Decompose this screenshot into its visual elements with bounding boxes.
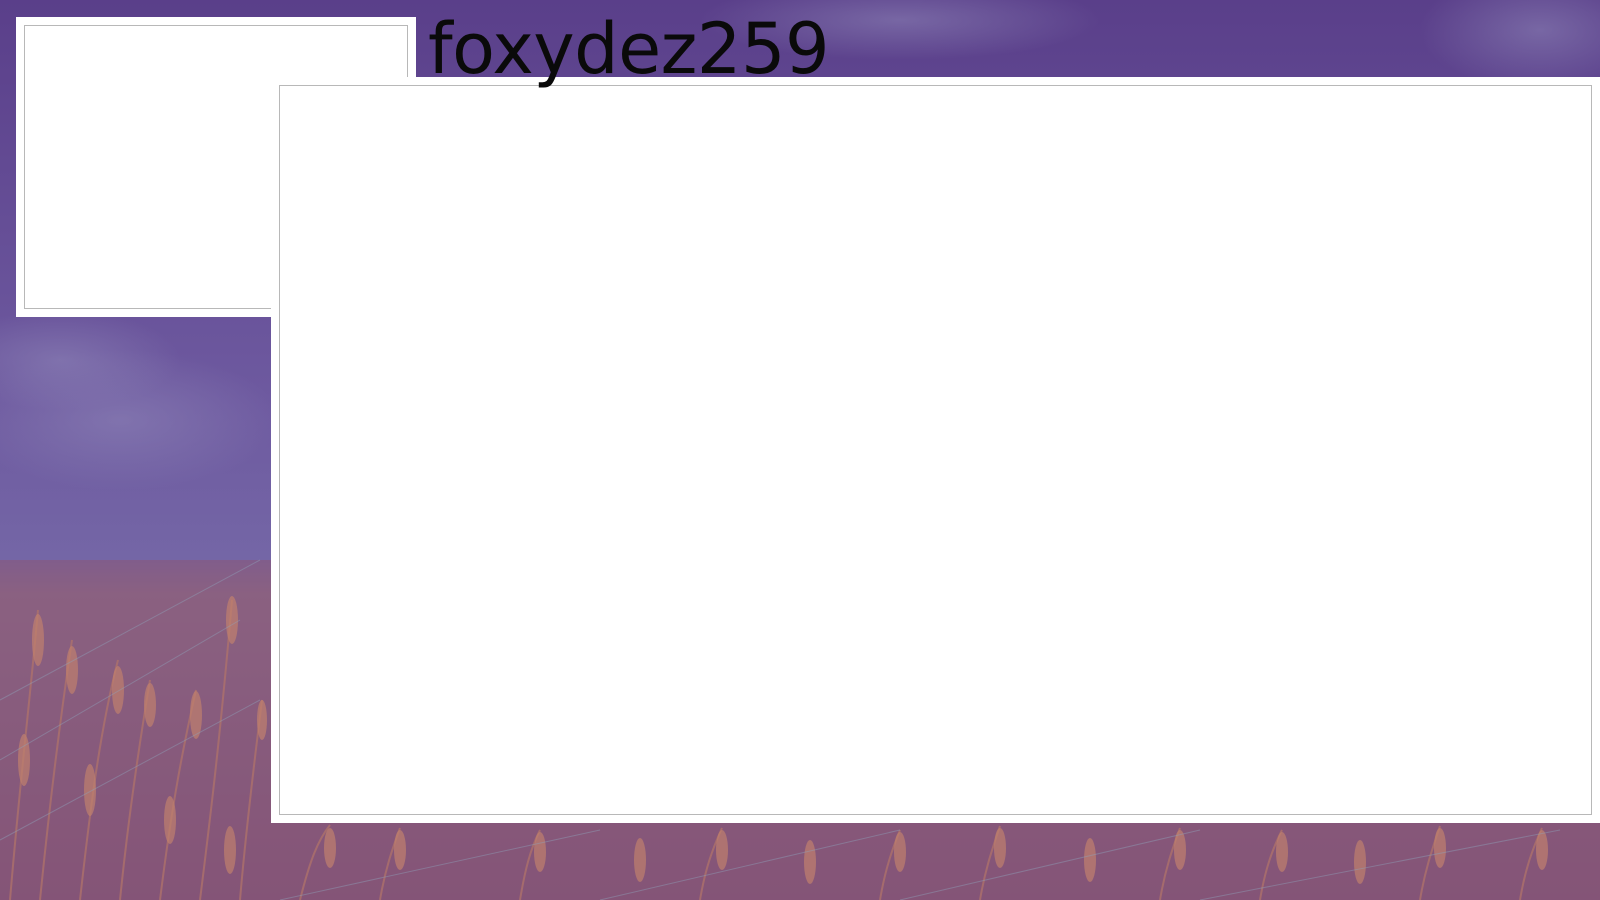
game-capture-frame	[271, 77, 1600, 823]
streamer-username: foxydez259	[428, 8, 830, 90]
game-capture-area	[279, 85, 1592, 815]
